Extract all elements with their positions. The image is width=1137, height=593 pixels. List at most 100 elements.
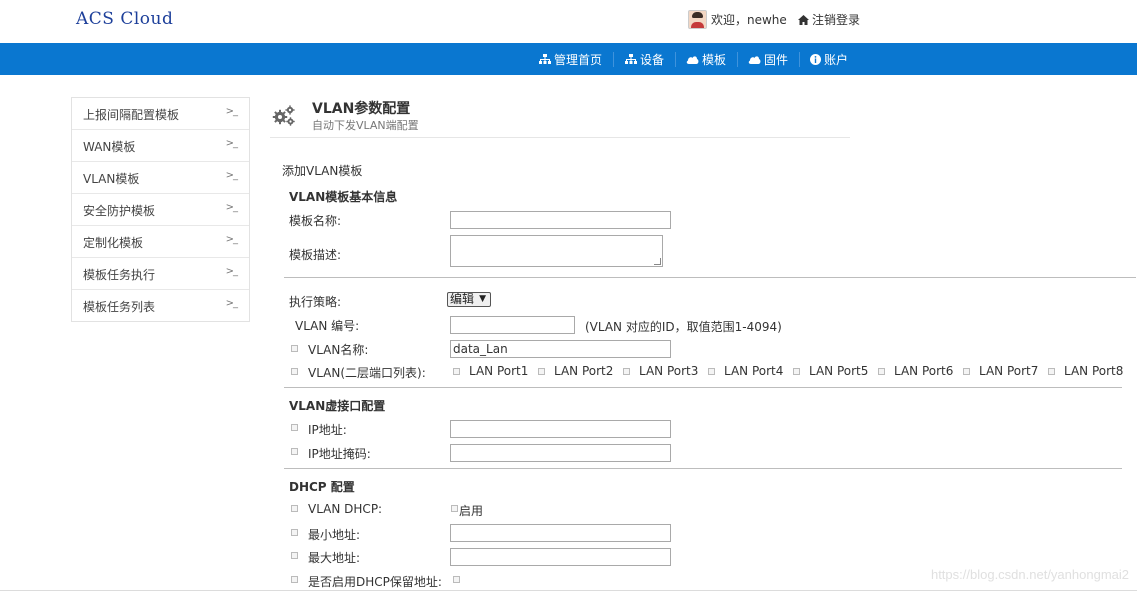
sidebar-item-task-exec[interactable]: 模板任务执行 >_ [72, 258, 249, 290]
strategy-label: 执行策略: [289, 295, 342, 309]
port-checkbox[interactable] [1048, 367, 1055, 375]
nav-item-devices[interactable]: 设备 [625, 43, 664, 75]
vlan-id-hint: (VLAN 对应的ID，取值范围1-4094) [585, 320, 782, 334]
form-title: 添加VLAN模板 [282, 164, 363, 178]
nav-item-home[interactable]: 管理首页 [539, 43, 602, 75]
chevron-right-icon: >_ [225, 234, 238, 245]
port-label: LAN Port7 [979, 364, 1039, 378]
section-dhcp: DHCP 配置 [289, 480, 355, 494]
sitemap-icon [539, 53, 551, 64]
vlan-dhcp-label: VLAN DHCP: [308, 502, 383, 516]
gears-icon [272, 105, 295, 126]
page-title: VLAN参数配置 [312, 101, 411, 117]
section-basic-info: VLAN模板基本信息 [289, 190, 398, 204]
nav-divider [799, 52, 800, 67]
caret-down-icon: ▼ [479, 294, 486, 304]
mask-input[interactable] [450, 444, 671, 462]
max-addr-checkbox[interactable] [291, 552, 298, 559]
info-icon [810, 53, 821, 65]
port-option-1[interactable]: LAN Port1 [453, 364, 538, 378]
avatar[interactable] [688, 10, 707, 29]
dhcp-enable-checkbox[interactable] [451, 505, 458, 512]
mask-checkbox[interactable] [291, 448, 298, 455]
nav-label: 账户 [824, 52, 849, 67]
reserve-checkbox[interactable] [291, 576, 298, 583]
sidebar-item-wan[interactable]: WAN模板 >_ [72, 130, 249, 162]
template-desc-label: 模板描述: [289, 248, 342, 262]
sidebar-item-label: 模板任务列表 [83, 300, 156, 314]
sidebar-item-task-list[interactable]: 模板任务列表 >_ [72, 290, 249, 321]
title-divider [270, 137, 850, 138]
vlan-name-label: VLAN名称: [308, 343, 369, 357]
ip-input[interactable] [450, 420, 671, 438]
chevron-right-icon: >_ [225, 202, 238, 213]
min-addr-input[interactable] [450, 524, 671, 542]
logout-link[interactable]: 注销登录 [798, 11, 860, 28]
port-label: LAN Port5 [809, 364, 869, 378]
chevron-right-icon: >_ [225, 106, 238, 117]
sidebar-item-security[interactable]: 安全防护模板 >_ [72, 194, 249, 226]
port-checkbox[interactable] [623, 367, 630, 375]
welcome-text: 欢迎，newhe [711, 13, 787, 27]
page-subtitle: 自动下发VLAN端配置 [312, 119, 419, 132]
sidebar-item-label: VLAN模板 [83, 172, 140, 186]
vlan-name-checkbox[interactable] [291, 345, 298, 352]
vlan-name-input[interactable]: data_Lan [450, 340, 671, 358]
cloud-icon [686, 55, 699, 64]
vlan-ports-checkbox[interactable] [291, 368, 298, 375]
vlan-ports-label: VLAN(二层端口列表): [308, 366, 426, 380]
nav-divider [613, 52, 614, 67]
port-option-7[interactable]: LAN Port7 [963, 364, 1048, 378]
port-checkbox[interactable] [708, 367, 715, 375]
sidebar-item-label: 安全防护模板 [83, 204, 156, 218]
port-checkbox[interactable] [878, 367, 885, 375]
section-divider [284, 387, 1122, 388]
port-label: LAN Port4 [724, 364, 784, 378]
max-addr-input[interactable] [450, 548, 671, 566]
sidebar-item-label: 上报间隔配置模板 [83, 108, 180, 122]
app-logo[interactable]: ACS Cloud [76, 9, 173, 29]
port-option-2[interactable]: LAN Port2 [538, 364, 623, 378]
port-option-5[interactable]: LAN Port5 [793, 364, 878, 378]
nav-label: 固件 [764, 52, 789, 67]
port-option-3[interactable]: LAN Port3 [623, 364, 708, 378]
main-nav: 管理首页 设备 模板 固件 账户 [0, 43, 1137, 75]
vlan-id-label: VLAN 编号: [295, 319, 360, 333]
port-checkbox[interactable] [538, 367, 545, 375]
nav-item-account[interactable]: 账户 [810, 43, 848, 75]
template-name-input[interactable] [450, 211, 671, 229]
nav-label: 模板 [702, 52, 727, 67]
max-addr-label: 最大地址: [308, 551, 361, 565]
port-checkbox[interactable] [963, 367, 970, 375]
reserve-enable-checkbox[interactable] [453, 576, 460, 583]
nav-item-firmware[interactable]: 固件 [748, 43, 788, 75]
chevron-right-icon: >_ [225, 170, 238, 181]
ip-label: IP地址: [308, 423, 347, 437]
sidebar-item-custom[interactable]: 定制化模板 >_ [72, 226, 249, 258]
section-vif: VLAN虚接口配置 [289, 399, 386, 413]
strategy-select[interactable]: 编辑 ▼ [447, 292, 491, 307]
strategy-value: 编辑 [450, 292, 475, 306]
nav-divider [737, 52, 738, 67]
port-option-4[interactable]: LAN Port4 [708, 364, 793, 378]
section-divider [284, 277, 1136, 278]
port-option-8[interactable]: LAN Port8 [1048, 364, 1128, 378]
nav-label: 设备 [640, 52, 665, 67]
port-checkbox[interactable] [453, 367, 460, 375]
sidebar-item-report-interval[interactable]: 上报间隔配置模板 >_ [72, 98, 249, 130]
home-icon [798, 14, 809, 25]
port-checkbox[interactable] [793, 367, 800, 375]
vlan-id-input[interactable] [450, 316, 575, 334]
port-label: LAN Port6 [894, 364, 954, 378]
port-label: LAN Port3 [639, 364, 699, 378]
sidebar-item-vlan[interactable]: VLAN模板 >_ [72, 162, 249, 194]
vlan-dhcp-checkbox[interactable] [291, 505, 298, 512]
nav-item-templates[interactable]: 模板 [686, 43, 726, 75]
dhcp-enable-label: 启用 [459, 504, 484, 518]
port-option-6[interactable]: LAN Port6 [878, 364, 963, 378]
template-desc-textarea[interactable] [450, 235, 663, 267]
sidebar-menu: 上报间隔配置模板 >_ WAN模板 >_ VLAN模板 >_ 安全防护模板 >_… [71, 97, 250, 322]
section-divider [284, 468, 1122, 469]
ip-checkbox[interactable] [291, 424, 298, 431]
min-addr-checkbox[interactable] [291, 529, 298, 536]
